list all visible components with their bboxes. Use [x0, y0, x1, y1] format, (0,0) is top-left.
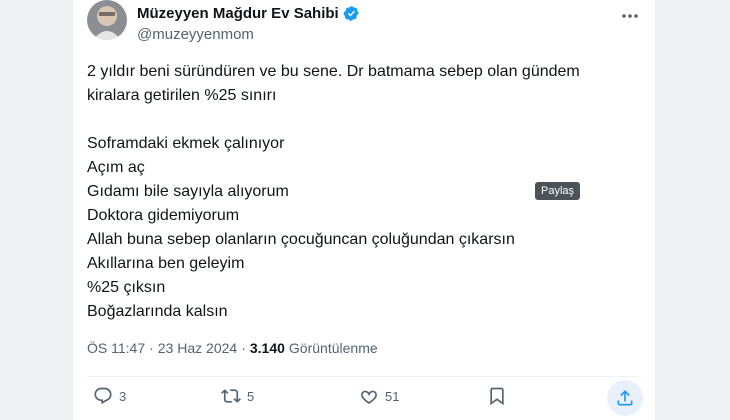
handle[interactable]: @muzeyyenmom	[137, 26, 254, 43]
tweet-line: Akıllarına ben geleyim	[87, 255, 245, 272]
name-row: Müzeyyen Mağdur Ev Sahibi	[137, 5, 360, 22]
reply-count: 3	[119, 388, 127, 404]
views-label: Görüntülenme	[288, 340, 378, 356]
divider	[87, 376, 641, 377]
share-tooltip: Paylaş	[535, 182, 581, 200]
retweet-button[interactable]: 5	[221, 386, 254, 406]
tweet-line: Boğazlarında kalsın	[87, 303, 228, 320]
tweet-line: %25 çıksın	[87, 279, 166, 296]
heart-icon	[361, 390, 377, 404]
like-count: 51	[385, 388, 400, 404]
tweet-line: Doktora gidemiyorum	[87, 207, 240, 224]
bookmark-icon	[490, 387, 504, 406]
tweet-line: kiralara getirilen %25 sınırı	[87, 87, 277, 104]
avatar[interactable]	[87, 0, 127, 40]
verified-badge-icon	[343, 5, 360, 22]
reply-button[interactable]: 3	[93, 386, 126, 406]
bookmark-button[interactable]	[487, 386, 507, 406]
retweet-count: 5	[247, 388, 255, 404]
tweet-date[interactable]: 23 Haz 2024	[158, 340, 237, 356]
views-count: 3.140	[249, 340, 285, 356]
more-dots-icon[interactable]	[619, 6, 641, 26]
like-button[interactable]: 51	[359, 386, 399, 406]
reply-icon	[94, 387, 112, 405]
share-icon	[617, 390, 633, 406]
display-name[interactable]: Müzeyyen Mağdur Ev Sahibi	[137, 5, 339, 22]
meta-separator: ·	[241, 340, 246, 356]
tweet-line: 2 yıldır beni süründüren ve bu sene. Dr …	[87, 63, 580, 80]
meta-separator: ·	[149, 340, 154, 356]
tweet-meta: ÖS 11:47 · 23 Haz 2024 · 3.140 Görüntüle…	[87, 340, 378, 356]
tweet-line: Allah buna sebep olanların çocuğuncan ço…	[87, 231, 515, 248]
share-button[interactable]	[607, 380, 643, 416]
retweet-icon	[221, 389, 241, 403]
tweet-time[interactable]: ÖS 11:47	[87, 340, 145, 356]
tweet-line: Açım aç	[87, 159, 145, 176]
action-bar: 3 5 51	[73, 380, 657, 416]
tweet-card: Müzeyyen Mağdur Ev Sahibi @muzeyyenmom 2…	[72, 0, 656, 420]
tweet-line: Soframdaki ekmek çalınıyor	[87, 135, 285, 152]
